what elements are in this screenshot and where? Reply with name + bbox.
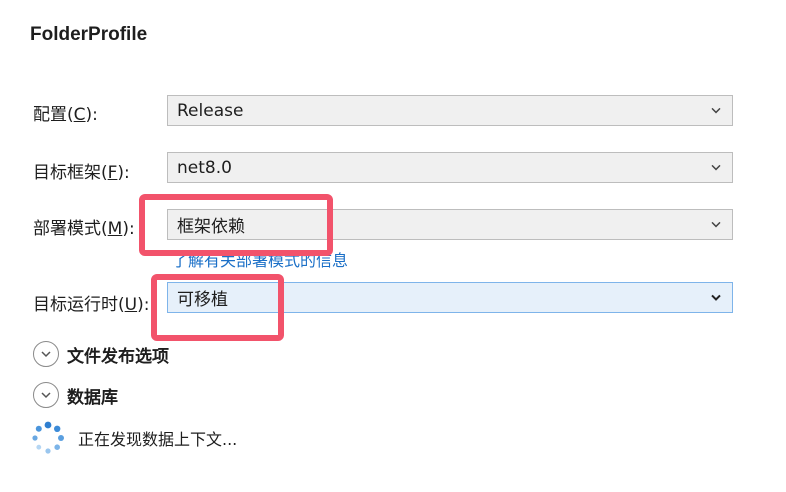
chevron-down-icon [711, 221, 721, 227]
chevron-down-icon [711, 164, 721, 170]
highlight-target-runtime [151, 274, 284, 341]
section-databases[interactable]: 数据库 [33, 382, 118, 408]
loading-spinner-icon [32, 421, 64, 454]
chevron-down-icon[interactable] [33, 382, 59, 408]
target-framework-dropdown[interactable]: net8.0 [167, 152, 733, 183]
chevron-down-icon[interactable] [33, 341, 59, 367]
section-file-publish-options[interactable]: 文件发布选项 [33, 341, 169, 367]
configuration-dropdown[interactable]: Release [167, 95, 733, 126]
highlight-deployment-mode [139, 194, 333, 256]
chevron-down-icon [711, 294, 721, 301]
loading-status: 正在发现数据上下文... [30, 420, 237, 456]
target-runtime-label: 目标运行时(U): [33, 295, 150, 315]
configuration-value: Release [177, 100, 244, 121]
section-label: 文件发布选项 [67, 346, 169, 367]
target-framework-label: 目标框架(F): [33, 163, 130, 183]
section-label: 数据库 [67, 387, 118, 408]
deployment-mode-label: 部署模式(M): [33, 219, 135, 239]
loading-status-text: 正在发现数据上下文... [78, 430, 238, 449]
target-framework-value: net8.0 [177, 157, 232, 178]
configuration-label: 配置(C): [33, 105, 98, 125]
page-title: FolderProfile [30, 24, 148, 45]
chevron-down-icon [711, 107, 721, 113]
